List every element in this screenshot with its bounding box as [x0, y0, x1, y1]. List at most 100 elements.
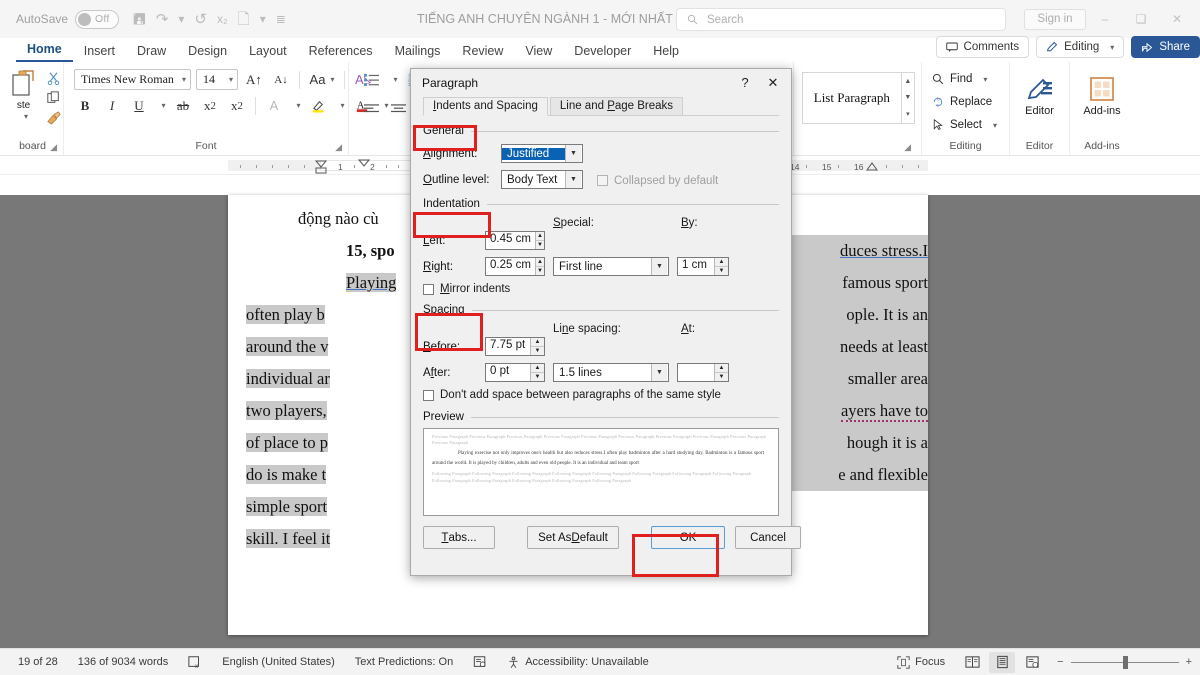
- spin-up-icon[interactable]: ▲: [715, 364, 728, 373]
- comments-button[interactable]: Comments: [936, 36, 1030, 58]
- page-indicator[interactable]: 19 of 28: [8, 656, 68, 668]
- indent-markers[interactable]: [314, 159, 328, 175]
- spin-up-icon[interactable]: ▲: [531, 364, 544, 373]
- strikethrough-icon[interactable]: ab: [172, 95, 194, 116]
- tab-layout[interactable]: Layout: [238, 42, 298, 62]
- spin-up-icon[interactable]: ▲: [536, 258, 544, 267]
- spin-down-icon[interactable]: ▼: [536, 241, 544, 249]
- help-icon[interactable]: ?: [731, 70, 759, 96]
- text-predictions-indicator[interactable]: Text Predictions: On: [345, 656, 463, 668]
- highlight-color-icon[interactable]: [307, 95, 329, 116]
- document-text-right[interactable]: duces stress.I famous sport ople. It is …: [788, 235, 928, 491]
- close-icon[interactable]: ✕: [1160, 4, 1194, 34]
- after-spinner[interactable]: 0 pt ▲▼: [485, 363, 545, 382]
- restore-icon[interactable]: ❑: [1124, 4, 1158, 34]
- accessibility-indicator[interactable]: Accessibility: Unavailable: [497, 656, 659, 669]
- first-line-indent-marker[interactable]: [358, 159, 370, 167]
- tab-mailings[interactable]: Mailings: [384, 42, 452, 62]
- tabs-button[interactable]: Tabs...: [423, 526, 495, 549]
- mirror-indents-checkbox[interactable]: Mirror indents: [423, 283, 779, 295]
- alignment-select[interactable]: Justified ▼: [501, 144, 583, 163]
- tab-indents-and-spacing[interactable]: Indents and Spacing: [423, 97, 548, 116]
- undo-icon[interactable]: ↷: [156, 12, 169, 27]
- select-chevron-icon[interactable]: ▾: [993, 121, 997, 130]
- subscript-icon[interactable]: x₂: [217, 13, 228, 25]
- editor-button[interactable]: Editor: [1014, 73, 1066, 117]
- cancel-button[interactable]: Cancel: [735, 526, 801, 549]
- underline-chevron-icon[interactable]: ▾: [155, 95, 167, 116]
- select-button[interactable]: Select ▾: [932, 115, 997, 135]
- zoom-thumb[interactable]: [1123, 656, 1128, 669]
- style-list-paragraph[interactable]: List Paragraph: [802, 72, 902, 124]
- font-size-combo[interactable]: 14 ▾: [196, 69, 238, 90]
- spin-up-icon[interactable]: ▲: [715, 258, 728, 267]
- styles-scroll-down-icon[interactable]: ▼: [904, 94, 911, 101]
- ok-button[interactable]: OK: [651, 526, 725, 549]
- change-case-icon[interactable]: Aa▾: [307, 69, 337, 90]
- proofing-errors-icon[interactable]: x: [178, 655, 212, 669]
- collapsed-by-default-checkbox[interactable]: Collapsed by default: [597, 175, 718, 187]
- font-dialog-launcher-icon[interactable]: ◢: [335, 142, 342, 153]
- word-count[interactable]: 136 of 9034 words: [68, 656, 179, 668]
- tab-view[interactable]: View: [514, 42, 563, 62]
- spin-down-icon[interactable]: ▼: [531, 347, 544, 355]
- styles-more-icon[interactable]: ▾: [906, 110, 910, 118]
- copy-icon[interactable]: [46, 91, 61, 105]
- zoom-in-button[interactable]: +: [1186, 656, 1192, 668]
- text-effects-icon[interactable]: A: [263, 95, 285, 116]
- font-name-combo[interactable]: Times New Roman ▾: [74, 69, 191, 90]
- zoom-slider[interactable]: − +: [1057, 656, 1192, 668]
- special-select[interactable]: First line ▼: [553, 257, 669, 276]
- spin-down-icon[interactable]: ▼: [715, 267, 728, 275]
- zoom-track[interactable]: [1071, 662, 1179, 663]
- left-indent-spinner[interactable]: 0.45 cm ▲▼: [485, 231, 545, 250]
- format-painter-icon[interactable]: [46, 111, 62, 125]
- autosave-toggle[interactable]: Off: [75, 10, 119, 29]
- find-button[interactable]: Find ▾: [932, 69, 987, 89]
- spin-up-icon[interactable]: ▲: [536, 232, 544, 241]
- right-indent-spinner[interactable]: 0.25 cm ▲▼: [485, 257, 545, 276]
- find-chevron-icon[interactable]: ▾: [983, 75, 987, 84]
- undo-dropdown-icon[interactable]: ▾: [178, 13, 184, 25]
- language-indicator[interactable]: English (United States): [212, 656, 345, 668]
- addins-button[interactable]: Add-ins: [1076, 73, 1128, 117]
- bullets-icon[interactable]: [360, 69, 382, 90]
- clipboard-dialog-launcher-icon[interactable]: ◢: [50, 142, 57, 153]
- paste-icon[interactable]: 🗋: [238, 12, 250, 27]
- web-layout-button[interactable]: [1019, 652, 1045, 673]
- print-layout-button[interactable]: [989, 652, 1015, 673]
- dont-add-space-checkbox[interactable]: Don't add space between paragraphs of th…: [423, 389, 779, 401]
- close-icon[interactable]: ✕: [759, 70, 787, 96]
- tab-developer[interactable]: Developer: [563, 42, 642, 62]
- styles-dialog-launcher-icon[interactable]: ◢: [904, 142, 911, 153]
- tab-line-and-page-breaks[interactable]: Line and Page Breaks: [550, 97, 683, 115]
- paste-button[interactable]: ste ▾: [4, 69, 44, 121]
- by-spinner[interactable]: 1 cm ▲▼: [677, 257, 729, 276]
- autosave-control[interactable]: AutoSave Off: [16, 10, 119, 29]
- italic-icon[interactable]: I: [101, 95, 123, 116]
- replace-button[interactable]: b c Replace: [932, 92, 992, 112]
- superscript-icon[interactable]: x2: [226, 95, 248, 116]
- redo-icon[interactable]: ↺: [194, 12, 207, 27]
- styles-scroll[interactable]: ▲ ▼ ▾: [902, 72, 915, 124]
- grow-font-icon[interactable]: A↑: [243, 69, 265, 90]
- sign-in-button[interactable]: Sign in: [1024, 9, 1086, 30]
- outline-level-select[interactable]: Body Text ▼: [501, 170, 583, 189]
- align-left-icon[interactable]: [360, 98, 382, 119]
- at-spinner[interactable]: ▲▼: [677, 363, 729, 382]
- highlight-chevron-icon[interactable]: ▾: [334, 95, 346, 116]
- line-spacing-select[interactable]: 1.5 lines ▼: [553, 363, 669, 382]
- zoom-out-button[interactable]: −: [1057, 656, 1063, 668]
- search-input[interactable]: Search: [676, 8, 1006, 31]
- subscript-icon[interactable]: x2: [199, 95, 221, 116]
- spin-down-icon[interactable]: ▼: [715, 373, 728, 381]
- align-center-icon[interactable]: [387, 98, 409, 119]
- minimize-icon[interactable]: –: [1088, 4, 1122, 34]
- tab-review[interactable]: Review: [451, 42, 514, 62]
- focus-button[interactable]: Focus: [887, 656, 955, 669]
- spin-up-icon[interactable]: ▲: [531, 338, 544, 347]
- right-indent-marker[interactable]: [866, 162, 878, 171]
- display-settings-icon[interactable]: [463, 655, 497, 669]
- before-spinner[interactable]: 7.75 pt ▲▼: [485, 337, 545, 356]
- spin-down-icon[interactable]: ▼: [531, 373, 544, 381]
